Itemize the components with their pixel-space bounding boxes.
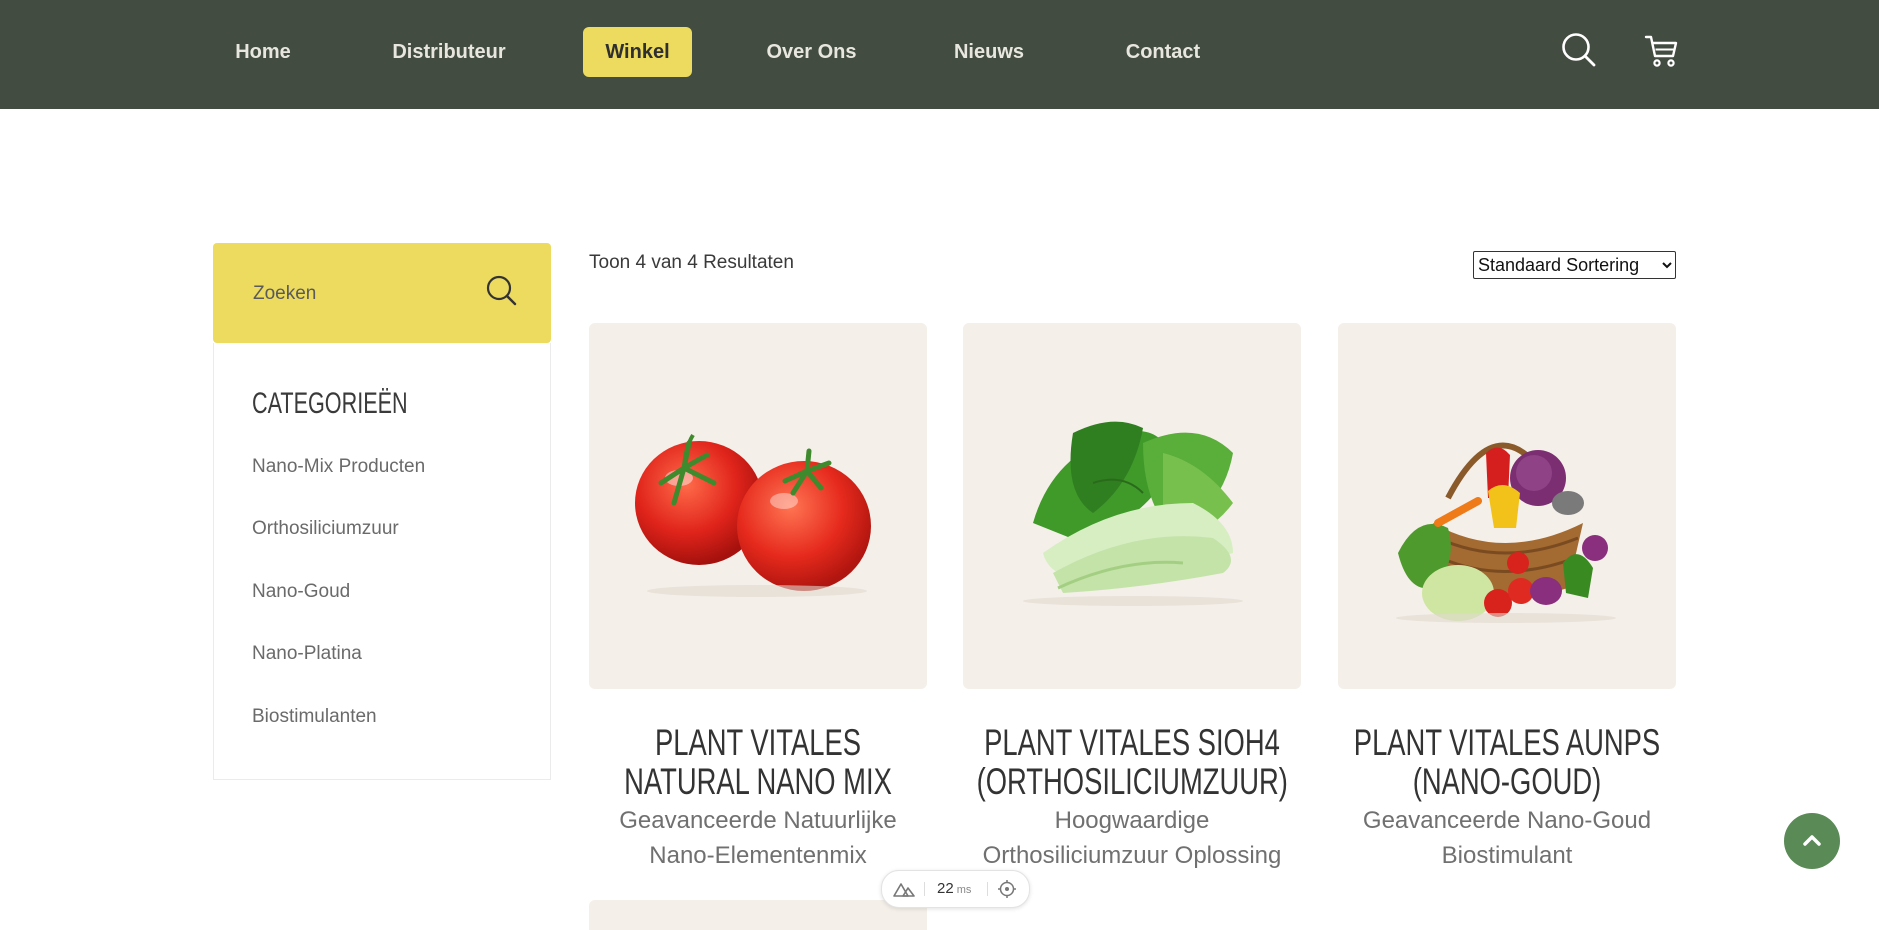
result-count: Toon 4 van 4 Resultaten <box>589 252 794 273</box>
scroll-to-top-button[interactable] <box>1784 813 1840 869</box>
product-title[interactable]: Plant Vitales SiOH4 (Orthosiliciumzuur) <box>977 723 1288 801</box>
site-header: Home Distributeur Winkel Over Ons Nieuws… <box>0 0 1879 109</box>
category-nano-platina[interactable]: Nano-Platina <box>252 643 362 665</box>
nav-nieuws[interactable]: Nieuws <box>948 27 1030 77</box>
product-subtitle: Hoogwaardige Orthosiliciumzuur Oplossing <box>982 807 1282 869</box>
render-time: 22 ms <box>937 880 971 897</box>
product-title[interactable]: Plant Vitales AuNPs (Nano-Goud) <box>1352 723 1663 801</box>
product-card-partial[interactable] <box>589 900 927 930</box>
nav-winkel[interactable]: Winkel <box>583 27 692 77</box>
cart-icon[interactable] <box>1641 30 1681 70</box>
product-card[interactable]: Plant Vitales SiOH4 (Orthosiliciumzuur) … <box>963 323 1301 873</box>
nav-distributeur[interactable]: Distributeur <box>385 27 513 77</box>
product-image-tomatoes[interactable] <box>589 323 927 689</box>
categories-title: Categorieën <box>252 387 408 420</box>
product-image-bok-choy[interactable] <box>963 323 1301 689</box>
dev-toolbar: 22 ms <box>881 870 1030 908</box>
product-title[interactable]: Plant Vitales Natural Nano Mix <box>603 723 914 801</box>
sidebar-search <box>213 243 551 343</box>
category-orthosiliciumzuur[interactable]: Orthosiliciumzuur <box>252 518 399 540</box>
nav-contact[interactable]: Contact <box>1120 27 1206 77</box>
sort-select[interactable]: Standaard Sortering <box>1473 251 1676 279</box>
category-nano-mix-producten[interactable]: Nano-Mix Producten <box>252 456 425 478</box>
product-card[interactable]: Plant Vitales Natural Nano Mix Geavancee… <box>589 323 927 873</box>
product-card[interactable]: Plant Vitales AuNPs (Nano-Goud) Geavance… <box>1338 323 1676 873</box>
product-image-vegetable-basket[interactable] <box>1338 323 1676 689</box>
crosshair-icon[interactable] <box>997 879 1017 904</box>
category-biostimulanten[interactable]: Biostimulanten <box>252 706 377 728</box>
chevron-up-icon <box>1803 835 1821 846</box>
toolbar-divider <box>924 882 925 896</box>
render-time-value: 22 <box>937 880 954 897</box>
nav-home[interactable]: Home <box>222 27 304 77</box>
nuxt-logo-icon[interactable] <box>892 879 916 904</box>
search-input[interactable] <box>251 273 475 315</box>
product-subtitle: Geavanceerde Natuurlijke Nano-Elementenm… <box>619 807 897 869</box>
search-icon[interactable] <box>483 272 521 310</box>
render-time-unit: ms <box>956 884 972 896</box>
categories-widget: Categorieën Nano-Mix Producten Orthosili… <box>213 343 551 780</box>
nav-over-ons[interactable]: Over Ons <box>765 27 858 77</box>
toolbar-divider <box>987 882 988 896</box>
product-subtitle: Geavanceerde Nano-Goud Biostimulant <box>1362 807 1652 869</box>
search-icon[interactable] <box>1559 30 1599 70</box>
category-nano-goud[interactable]: Nano-Goud <box>252 581 350 603</box>
